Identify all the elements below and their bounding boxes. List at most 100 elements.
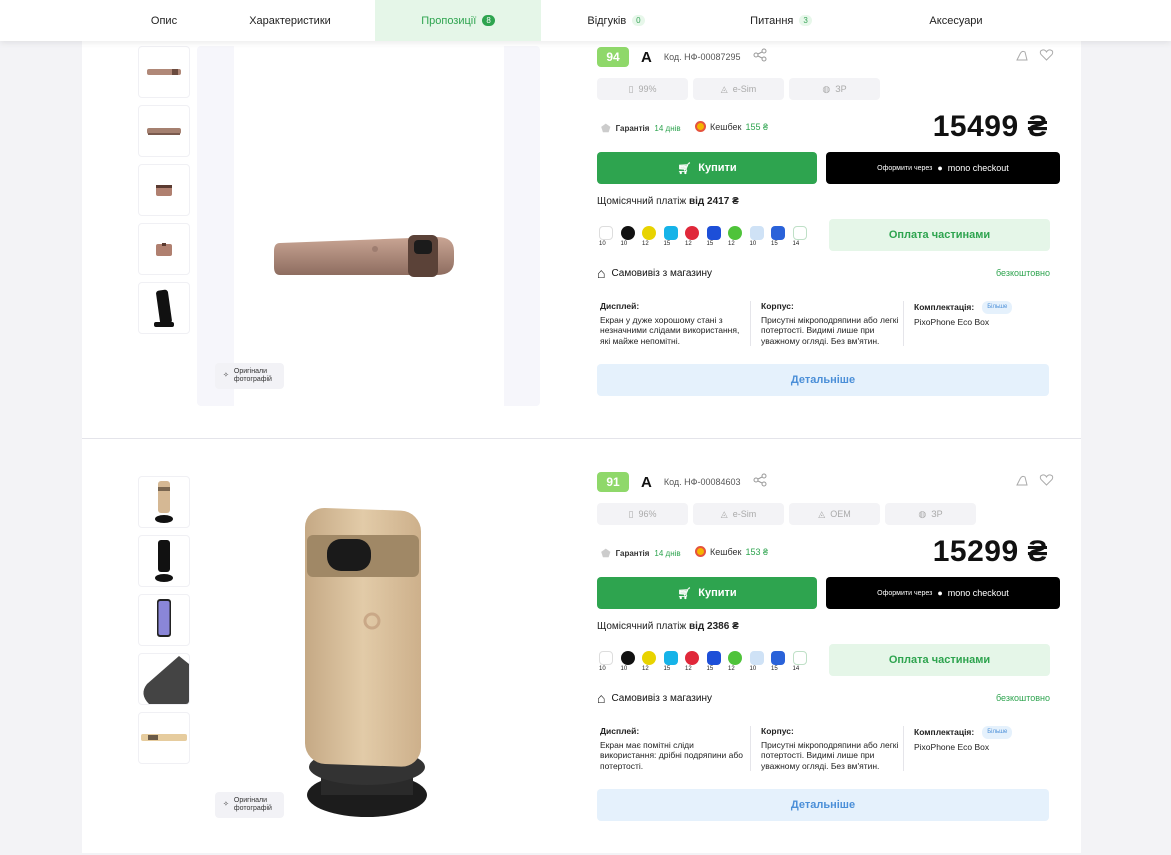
- esim-label: e-Sim: [732, 84, 757, 94]
- bank-logo[interactable]: 15: [662, 225, 684, 247]
- original-photos-label: Оригінали фотографій: [233, 797, 272, 812]
- bank-logo[interactable]: 12: [726, 225, 748, 247]
- details-button[interactable]: Детальніше: [597, 364, 1049, 397]
- spec-display: Дисплей: Екран має помітні сліди використ…: [597, 726, 750, 771]
- tab-accessories[interactable]: Аксесуари: [871, 0, 1041, 41]
- heart-icon[interactable]: [1039, 48, 1054, 67]
- monthly-value: від 2386 ₴: [689, 621, 739, 632]
- spec-text: Екран має помітні сліди використання: др…: [600, 739, 743, 771]
- thumbnail-strip: [138, 476, 190, 771]
- installments-button[interactable]: Оплата частинами: [829, 644, 1050, 676]
- bank-logo[interactable]: 10: [597, 225, 619, 247]
- thumbnail-strip: [138, 46, 190, 341]
- bank-logo[interactable]: 15: [705, 650, 727, 672]
- bank-logo[interactable]: 15: [705, 225, 727, 247]
- compare-icon[interactable]: [1015, 48, 1029, 67]
- bank-logo[interactable]: 12: [683, 225, 705, 247]
- bank-logo[interactable]: 10: [619, 225, 641, 247]
- bank-logo[interactable]: 12: [683, 650, 705, 672]
- mono-prefix: Оформити через: [877, 164, 933, 172]
- tab-characteristics[interactable]: Характеристики: [205, 0, 375, 41]
- price: 15299 ₴: [932, 535, 1048, 568]
- monthly-payment: Щомісячний платіж від 2386 ₴: [597, 621, 1062, 632]
- bank-logo[interactable]: 15: [769, 225, 791, 247]
- mono-checkout-button[interactable]: Оформити через ● mono checkout: [826, 152, 1060, 184]
- cashback-coin-icon: [695, 121, 706, 132]
- condition-specs: Дисплей: Екран має помітні сліди використ…: [597, 726, 1062, 772]
- offers-list: ✧ Оригінали фотографій 94 A Код. НФ-0008…: [82, 41, 1081, 853]
- store-icon: ⌂: [597, 265, 606, 281]
- thumbnail[interactable]: [138, 476, 190, 528]
- share-icon[interactable]: [753, 473, 767, 492]
- phone-image: [305, 507, 427, 817]
- original-photos-button[interactable]: ✧ Оригінали фотографій: [215, 792, 284, 818]
- price: 15499 ₴: [932, 110, 1048, 143]
- battery-icon: ▯: [628, 83, 634, 94]
- main-photo[interactable]: ✧ Оригінали фотографій: [197, 46, 540, 406]
- sim-icon: ◬: [818, 508, 826, 519]
- tab-questions[interactable]: Питання 3: [691, 0, 871, 41]
- original-photos-button[interactable]: ✧ Оригінали фотографій: [215, 363, 284, 389]
- spec-title: Дисплей:: [600, 726, 640, 736]
- condition-grade: A: [641, 48, 652, 66]
- tab-reviews[interactable]: Відгуків 0: [541, 0, 691, 41]
- esim-chip: ◬ e-Sim: [693, 503, 784, 525]
- pickup-row: ⌂ Самовивіз з магазину безкоштовно: [597, 265, 1062, 281]
- cashback: Кешбек 153 ₴: [695, 546, 768, 557]
- bank-logo[interactable]: 14: [791, 225, 813, 247]
- more-badge[interactable]: Більше: [982, 301, 1013, 314]
- mono-cat-icon: ●: [937, 163, 943, 173]
- spec-kit: Комплектація: Більше PixoPhone Eco Box: [903, 726, 1056, 772]
- bank-logo[interactable]: 12: [640, 650, 662, 672]
- monthly-label: Щомісячний платіж: [597, 196, 687, 207]
- mono-prefix: Оформити через: [877, 589, 933, 597]
- thumbnail[interactable]: [138, 46, 190, 98]
- bank-logo[interactable]: 15: [662, 650, 684, 672]
- thumbnail[interactable]: [138, 535, 190, 587]
- share-icon[interactable]: [753, 48, 767, 67]
- tab-count-badge: 3: [799, 15, 812, 26]
- tab-label: Пропозиції: [421, 14, 477, 27]
- thumbnail[interactable]: [138, 594, 190, 646]
- thumbnail[interactable]: [138, 653, 190, 705]
- tab-label: Питання: [750, 14, 794, 27]
- main-photo[interactable]: ✧ Оригінали фотографій: [197, 485, 540, 855]
- tab-description[interactable]: Опис: [123, 0, 205, 41]
- bank-logo[interactable]: 10: [619, 650, 641, 672]
- product-code: Код. НФ-00087295: [663, 52, 741, 62]
- bank-logo[interactable]: 15: [769, 650, 791, 672]
- spec-body: Корпус: Присутні мікроподряпини або легкі…: [750, 301, 903, 347]
- pickup-label: Самовивіз з магазину: [611, 692, 712, 704]
- offer-card: ✧ Оригінали фотографій 94 A Код. НФ-0008…: [82, 41, 1081, 439]
- more-badge[interactable]: Більше: [982, 726, 1013, 739]
- offer-details: 94 A Код. НФ-00087295 ▯ 99% ◬ e-Sim ◍ ЗР ⬟ Г…: [597, 46, 1062, 397]
- spec-title: Корпус:: [761, 726, 794, 736]
- installments-button[interactable]: Оплата частинами: [829, 219, 1050, 251]
- tab-offers[interactable]: Пропозиції 8: [375, 0, 541, 41]
- battery-icon: ▯: [628, 508, 634, 519]
- bank-logo[interactable]: 12: [726, 650, 748, 672]
- guarantee: ⬟ Гарантія 14 днів: [601, 122, 681, 135]
- bank-logo[interactable]: 10: [748, 650, 770, 672]
- thumbnail[interactable]: [138, 164, 190, 216]
- heart-icon[interactable]: [1039, 473, 1054, 492]
- bank-logo[interactable]: 12: [640, 225, 662, 247]
- compare-icon[interactable]: [1015, 473, 1029, 492]
- tab-count-badge: 8: [482, 15, 495, 26]
- buy-button[interactable]: 🛒︎ Купити: [597, 577, 817, 609]
- mono-checkout-button[interactable]: Оформити через ● mono checkout: [826, 577, 1060, 609]
- thumbnail[interactable]: [138, 105, 190, 157]
- photo-sparkle-icon: ✧: [223, 801, 229, 808]
- bank-logo[interactable]: 10: [748, 225, 770, 247]
- photo-sparkle-icon: ✧: [223, 372, 229, 379]
- thumbnail[interactable]: [138, 223, 190, 275]
- oem-chip: ◬ OEM: [789, 503, 880, 525]
- section-tabs: Опис Характеристики Пропозиції 8 Відгуків…: [0, 0, 1171, 41]
- bank-logo[interactable]: 10: [597, 650, 619, 672]
- buy-button[interactable]: 🛒︎ Купити: [597, 152, 817, 184]
- thumbnail[interactable]: [138, 282, 190, 334]
- details-button[interactable]: Детальніше: [597, 789, 1049, 822]
- bank-logo[interactable]: 14: [791, 650, 813, 672]
- tab-label: Опис: [150, 14, 178, 27]
- thumbnail[interactable]: [138, 712, 190, 764]
